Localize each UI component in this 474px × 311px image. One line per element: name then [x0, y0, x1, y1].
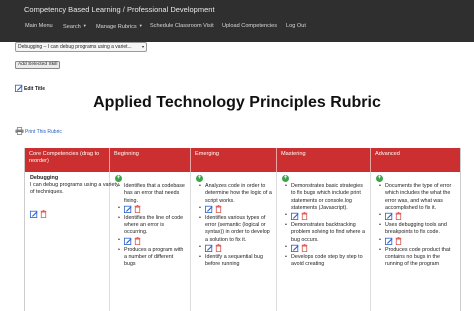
list-item: Identify a sequential bug before running — [191, 254, 276, 269]
trash-icon[interactable] — [40, 205, 47, 223]
mastering-column: + Demonstrates basic strategies to fix b… — [277, 172, 371, 311]
printer-icon — [15, 127, 24, 137]
core-competency-cell[interactable]: Debugging I can debug programs using a v… — [25, 172, 119, 311]
table-header: Core Competencies (drag to reorder) Begi… — [25, 148, 460, 172]
header-core-competencies: Core Competencies (drag to reorder) — [25, 148, 110, 172]
item-actions — [277, 212, 370, 222]
print-rubric-link[interactable]: Print This Rubric — [15, 127, 62, 137]
competency-actions — [30, 205, 49, 223]
header-emerging: Emerging — [191, 148, 277, 172]
add-item-icon[interactable]: + — [196, 175, 203, 182]
list-item: Develops code step by step to avoid crea… — [277, 254, 370, 269]
add-item-icon[interactable]: + — [115, 175, 122, 182]
nav-manage-rubrics[interactable]: Manage Rubrics ▼ — [96, 23, 143, 30]
top-navbar: Competency Based Learning / Professional… — [0, 0, 474, 42]
skill-select[interactable]: Debugging – I can debug programs using a… — [15, 42, 147, 52]
header-beginning: Beginning — [110, 148, 191, 172]
chevron-down-icon: ▼ — [138, 23, 143, 28]
edit-title-link[interactable]: Edit Title — [15, 84, 45, 94]
emerging-column: + Analyzes code in order to determine ho… — [191, 172, 277, 311]
nav-main-menu[interactable]: Main Menu — [25, 23, 53, 29]
list-item: Identifies various types of error (seman… — [191, 215, 276, 244]
chevron-down-icon: ▼ — [82, 23, 87, 28]
list-item: Produces a program with a number of diff… — [110, 247, 190, 269]
list-item: Documents the type of error which includ… — [371, 183, 460, 212]
list-item: Produces code product that contains no b… — [371, 247, 460, 269]
edit-icon — [15, 84, 23, 94]
header-advanced: Advanced — [375, 151, 400, 157]
item-actions — [110, 236, 190, 247]
item-actions — [371, 236, 460, 247]
item-actions — [277, 244, 370, 254]
nav-schedule-visit-label: Schedule Classroom Visit — [150, 23, 214, 29]
beginning-column: + Identifies that a codebase has an erro… — [110, 172, 191, 311]
app-brand[interactable]: Competency Based Learning / Professional… — [24, 5, 215, 14]
main-nav: Main Menu Search ▼ Manage Rubrics ▼ Schedu… — [0, 23, 474, 35]
beginning-list: Identifies that a codebase has an error … — [110, 183, 190, 269]
rubric-table: Core Competencies (drag to reorder) Begi… — [24, 148, 461, 311]
advanced-list: Documents the type of error which includ… — [371, 183, 460, 269]
list-item: Identifies the line of code where an err… — [110, 215, 190, 237]
competency-description: I can debug programs using a variety of … — [30, 182, 119, 196]
list-item: Analyzes code in order to determine how … — [191, 183, 276, 205]
nav-upload-competencies-label: Upload Competencies — [222, 23, 278, 29]
list-item: Demonstrates backtracking problem solvin… — [277, 222, 370, 244]
item-actions — [191, 244, 276, 254]
edit-icon[interactable] — [30, 205, 38, 223]
advanced-column: + Documents the type of error which incl… — [371, 172, 460, 311]
nav-log-out-label: Log Out — [286, 23, 306, 29]
skill-select-value: Debugging – I can debug programs using a… — [18, 44, 132, 50]
add-item-icon[interactable]: + — [376, 175, 383, 182]
edit-title-label: Edit Title — [24, 86, 46, 92]
nav-schedule-visit[interactable]: Schedule Classroom Visit — [150, 23, 214, 29]
nav-manage-rubrics-label: Manage Rubrics — [96, 24, 137, 30]
nav-search-label: Search — [63, 24, 81, 30]
list-item: Demonstrates basic strategies to fix bug… — [277, 183, 370, 212]
print-rubric-label: Print This Rubric — [25, 129, 62, 135]
nav-upload-competencies[interactable]: Upload Competencies — [222, 23, 277, 29]
nav-search[interactable]: Search ▼ — [63, 23, 87, 30]
add-selected-skill-button[interactable]: Add Selected Skill — [15, 61, 61, 69]
competency-name: Debugging — [30, 175, 59, 181]
header-mastering: Mastering — [277, 148, 371, 172]
list-item: Identifies that a codebase has an error … — [110, 183, 190, 205]
item-actions — [110, 204, 190, 215]
emerging-list: Analyzes code in order to determine how … — [191, 183, 276, 269]
mastering-list: Demonstrates basic strategies to fix bug… — [277, 183, 370, 269]
item-actions — [371, 212, 460, 222]
rubric-title: Applied Technology Principles Rubric — [93, 94, 381, 111]
nav-log-out[interactable]: Log Out — [286, 23, 306, 29]
add-item-icon[interactable]: + — [282, 175, 289, 182]
nav-main-menu-label: Main Menu — [25, 23, 53, 29]
list-item: Uses debugging tools and breakpoints to … — [371, 222, 460, 237]
item-actions — [191, 204, 276, 215]
chevron-down-icon: ▾ — [141, 44, 144, 49]
